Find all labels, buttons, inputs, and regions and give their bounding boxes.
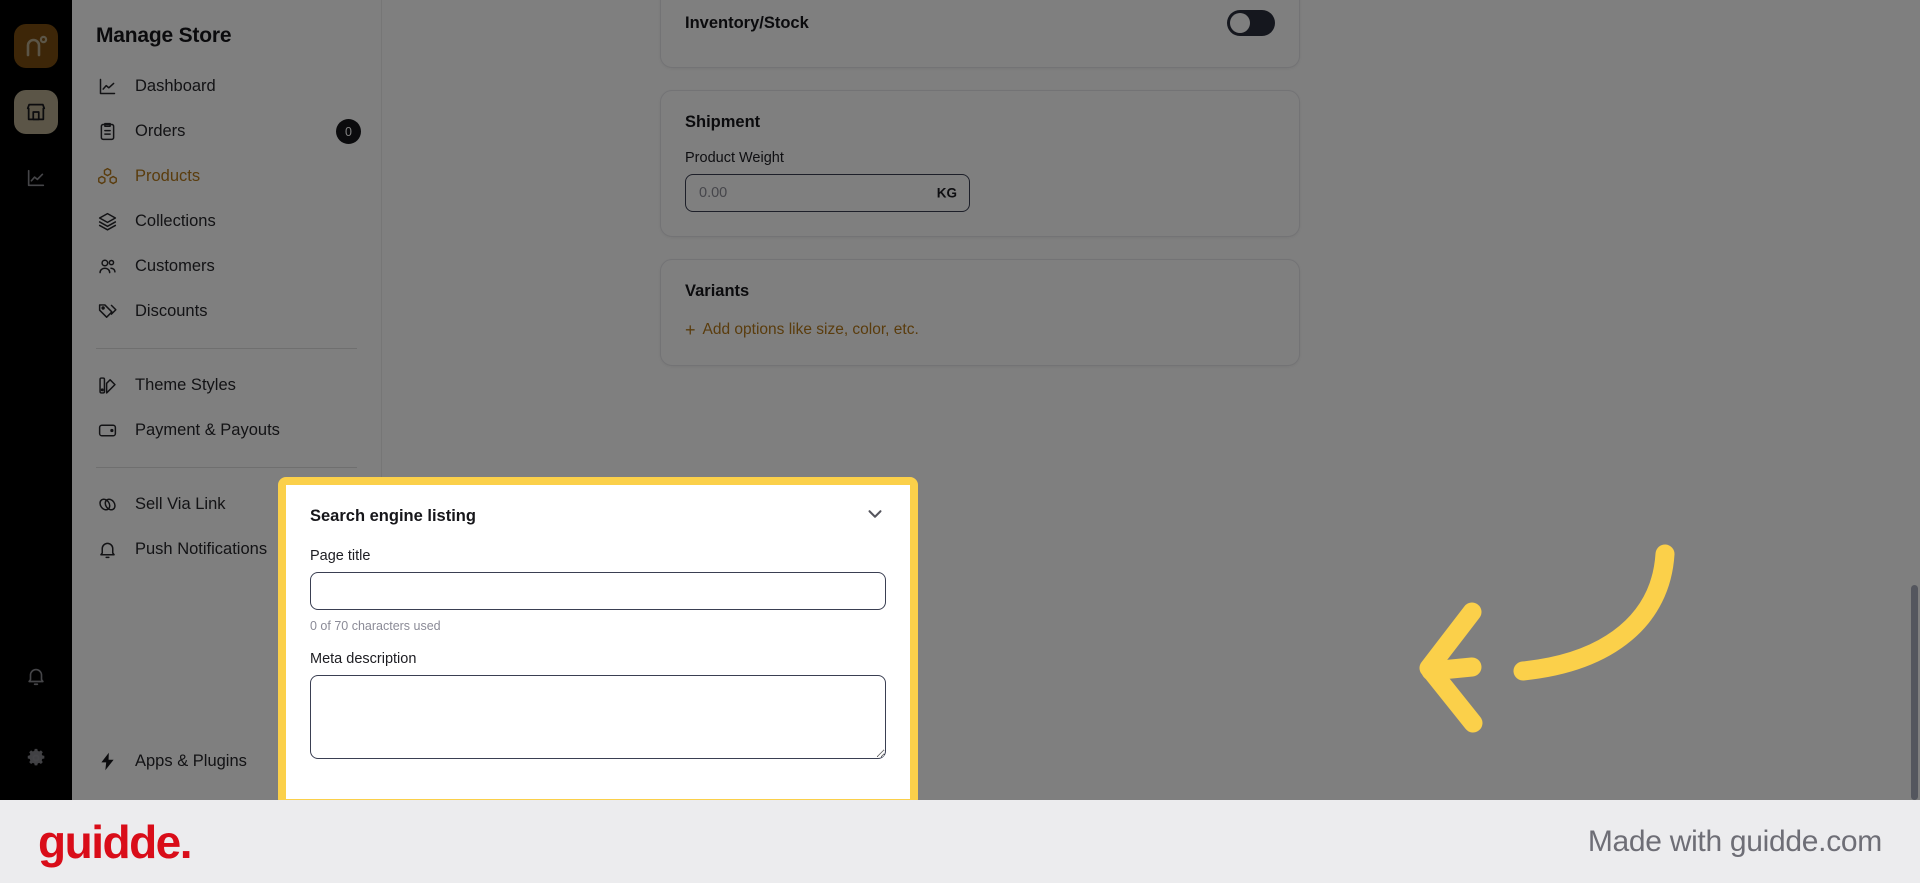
sidebar-item-label: Payment & Payouts [135,421,280,439]
weight-unit-label: KG [936,185,957,201]
sidebar-item-label: Dashboard [135,77,216,95]
users-icon [96,256,118,278]
plus-icon: + [685,320,696,340]
sidebar-item-collections[interactable]: Collections [72,199,381,244]
analytics-chart-icon [96,76,118,98]
page-title-char-counter: 0 of 70 characters used [310,619,441,633]
rail-item-store[interactable] [14,90,58,134]
highlight-frame: Search engine listing Page title 0 of 70… [278,477,918,807]
product-weight-input[interactable] [685,174,970,212]
link-icon [96,494,118,516]
sidebar-divider [96,348,357,349]
bell-icon [96,539,118,561]
sidebar-item-label: Theme Styles [135,376,236,394]
sidebar-group-store: Theme Styles Payment & Payouts [72,363,381,453]
tag-icon [96,301,118,323]
variants-title: Variants [685,282,750,300]
sidebar-group-main: Dashboard Orders 0 Products Collections … [72,64,381,334]
gear-icon[interactable] [14,736,58,780]
inventory-stock-card: Inventory/Stock [660,0,1300,68]
sidebar-item-payment-payouts[interactable]: Payment & Payouts [72,408,381,453]
inventory-stock-title: Inventory/Stock [685,13,809,32]
sidebar-item-customers[interactable]: Customers [72,244,381,289]
made-with-guidde-label: Made with guidde.com [1587,824,1882,858]
chevron-down-icon[interactable] [864,503,886,530]
add-variant-option-link[interactable]: + Add options like size, color, etc. [685,321,919,339]
inventory-stock-toggle[interactable] [1227,10,1275,36]
guidde-logo: guidde. [38,815,193,868]
guidde-footer: guidde. Made with guidde.com [0,800,1920,883]
page-scrollbar-thumb[interactable] [1911,585,1918,800]
meta-description-label: Meta description [310,651,417,667]
product-weight-label: Product Weight [685,150,784,166]
palette-icon [96,375,118,397]
lightning-bolt-icon [96,751,118,773]
sidebar-item-label: Collections [135,212,216,230]
rail-bottom-group [0,654,72,780]
search-engine-listing-card: Search engine listing Page title 0 of 70… [278,477,918,807]
layers-icon [96,211,118,233]
icon-rail [0,0,72,800]
toggle-knob [1230,13,1250,33]
curved-arrow-left-icon [1415,540,1680,740]
wallet-icon [96,420,118,442]
sidebar-item-orders[interactable]: Orders 0 [72,109,381,154]
boxes-icon [96,166,118,188]
rail-item-analytics[interactable] [14,156,58,200]
meta-description-textarea[interactable] [310,675,886,759]
page-title-label: Page title [310,548,371,564]
sidebar-item-products[interactable]: Products [72,154,381,199]
sidebar-item-label: Customers [135,257,215,275]
shipment-title: Shipment [685,113,761,131]
bell-icon[interactable] [14,654,58,698]
variants-card: Variants + Add options like size, color,… [660,259,1300,366]
sidebar-item-theme-styles[interactable]: Theme Styles [72,363,381,408]
clipboard-icon [96,121,118,143]
product-form-column: Inventory/Stock Shipment Product Weight … [660,0,1300,388]
search-engine-listing-title: Search engine listing [310,507,476,525]
sidebar-item-label: Push Notifications [135,540,268,558]
product-weight-field-wrap: KG [685,174,970,212]
sidebar-item-label: Orders [135,122,186,140]
seo-card-header: Search engine listing [310,503,886,530]
sidebar-item-label: Discounts [135,302,208,320]
screenshot-root: Manage Store Dashboard Orders 0 Products… [0,0,1920,883]
add-variant-option-label: Add options like size, color, etc. [702,321,919,338]
page-title-input[interactable] [310,572,886,610]
sidebar-item-dashboard[interactable]: Dashboard [72,64,381,109]
sidebar-item-discounts[interactable]: Discounts [72,289,381,334]
orders-count-badge: 0 [336,119,361,144]
sidebar-divider [96,467,357,468]
sidebar-item-label: Products [135,167,201,185]
sidebar-title: Manage Store [96,24,232,47]
nuvio-brand-logo-icon[interactable] [14,24,58,68]
sidebar-item-label: Apps & Plugins [135,752,247,770]
shipment-card: Shipment Product Weight KG [660,90,1300,237]
sidebar-item-label: Sell Via Link [135,495,226,513]
